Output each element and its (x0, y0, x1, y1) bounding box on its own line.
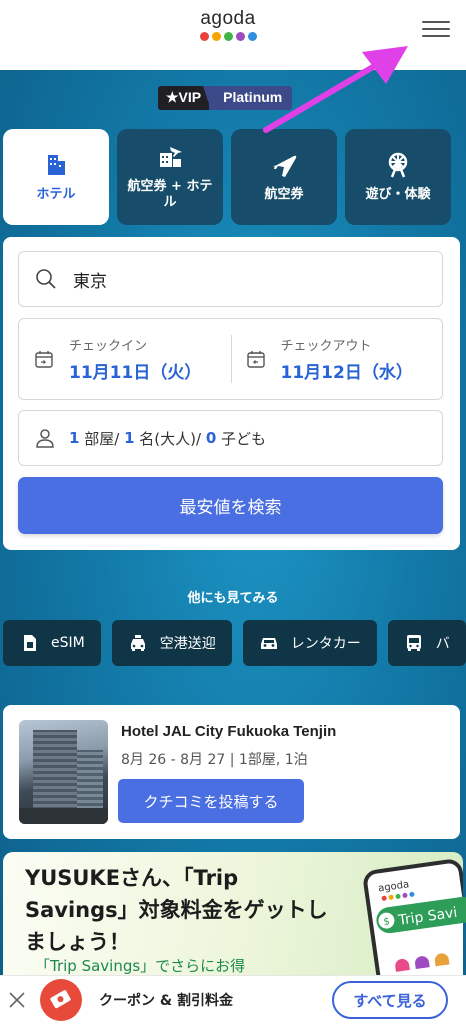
destination-value: 東京 (73, 271, 107, 292)
rooms-count: 1 (69, 429, 80, 447)
vip-tier: Platinum (203, 86, 293, 110)
see-all-button[interactable]: すべて見る (332, 981, 448, 1019)
checkout-label: チェックアウト (280, 339, 372, 354)
children-count: 0 (205, 429, 217, 447)
children-label: 子ども (221, 429, 267, 448)
chip-label: レンタカー (290, 636, 361, 652)
airplane-icon (273, 155, 297, 177)
hotel-icon (48, 155, 65, 175)
chip-label: 空港送迎 (159, 636, 216, 652)
tab-flight-hotel[interactable]: 航空券 + ホテル (117, 129, 223, 225)
destination-input[interactable]: 東京 (18, 251, 443, 307)
chip-esim[interactable]: eSIM (3, 620, 101, 666)
chip-label: バ (435, 636, 450, 652)
rooms-label: 部屋/ (84, 429, 120, 448)
hotel-thumbnail (19, 720, 108, 824)
booking-details: 8月 26 - 8月 27 | 1部屋, 1泊 (121, 752, 308, 768)
occupancy-selector[interactable]: 1 部屋/ 1 名(大人)/ 0 子ども (18, 410, 443, 466)
adults-label: 名(大人)/ (139, 429, 202, 448)
tab-activities[interactable]: 遊び・体験 (345, 129, 451, 225)
trip-savings-badge: $ Trip Savi (376, 896, 466, 934)
checkout-date: 11月12日（水） (280, 363, 413, 383)
chip-car-rental[interactable]: レンタカー (242, 620, 377, 666)
promo-subtitle: 「Trip Savings」でさらにお得 (35, 957, 246, 975)
calendar-checkout-icon (246, 351, 265, 368)
ferris-wheel-icon (388, 152, 408, 178)
taxi-icon (130, 635, 145, 651)
date-selector: チェックイン 11月11日（火） チェックアウト 11月12日（水） (18, 318, 443, 400)
chip-airport-transfer[interactable]: 空港送迎 (111, 620, 232, 666)
header: agoda (0, 0, 466, 70)
person-icon (36, 429, 54, 448)
vip-badge[interactable]: ★VIP Platinum (158, 86, 293, 110)
coupon-banner: クーポン & 割引料金 すべて見る (0, 975, 466, 1024)
product-tabs: ホテル 航空券 + ホテル 航空券 遊び・体験 (3, 129, 451, 225)
also-see-chips: eSIM 空港送迎 レンタカー バ (3, 620, 466, 666)
tab-flight[interactable]: 航空券 (231, 129, 337, 225)
hamburger-menu-icon[interactable] (422, 16, 450, 44)
logo-text: agoda (200, 8, 256, 29)
chip-bus[interactable]: バ (387, 620, 466, 666)
promo-title: YUSUKEさん、「Trip Savings」対象料金をゲットしましょう！ (25, 866, 328, 954)
flight-hotel-icon (160, 147, 182, 167)
checkout-field[interactable]: チェックアウト 11月12日（水） (230, 319, 443, 399)
search-button[interactable]: 最安値を検索 (18, 477, 443, 534)
car-icon (260, 638, 277, 649)
calendar-checkin-icon (35, 351, 53, 368)
coupon-icon (40, 979, 82, 1021)
close-icon[interactable] (4, 987, 30, 1013)
search-icon (36, 269, 56, 289)
sim-card-icon (24, 635, 36, 651)
tab-hotel[interactable]: ホテル (3, 129, 109, 225)
chip-label: eSIM (51, 635, 85, 651)
recent-booking-card[interactable]: Hotel JAL City Fukuoka Tenjin 8月 26 - 8月… (3, 705, 460, 839)
checkin-label: チェックイン (69, 339, 148, 354)
tab-label: 遊び・体験 (365, 187, 431, 202)
search-card: 東京 チェックイン 11月11日（火） チェックアウト 11月12日（水） 1 … (3, 237, 460, 550)
bus-icon (406, 635, 421, 651)
checkin-date: 11月11日（火） (69, 363, 202, 383)
adults-count: 1 (124, 429, 135, 447)
coupon-text: クーポン & 割引料金 (99, 993, 233, 1009)
agoda-logo[interactable]: agoda (190, 8, 266, 41)
also-see-title: 他にも見てみる (187, 591, 279, 606)
tab-label: 航空券 + ホテル (127, 179, 213, 210)
write-review-button[interactable]: クチコミを投稿する (118, 779, 304, 823)
checkin-field[interactable]: チェックイン 11月11日（火） (19, 319, 231, 399)
tab-label: 航空券 (264, 187, 304, 202)
logo-dots (190, 32, 266, 41)
vip-label: ★VIP (158, 86, 210, 110)
hotel-name: Hotel JAL City Fukuoka Tenjin (121, 723, 337, 740)
tab-label: ホテル (36, 187, 76, 202)
